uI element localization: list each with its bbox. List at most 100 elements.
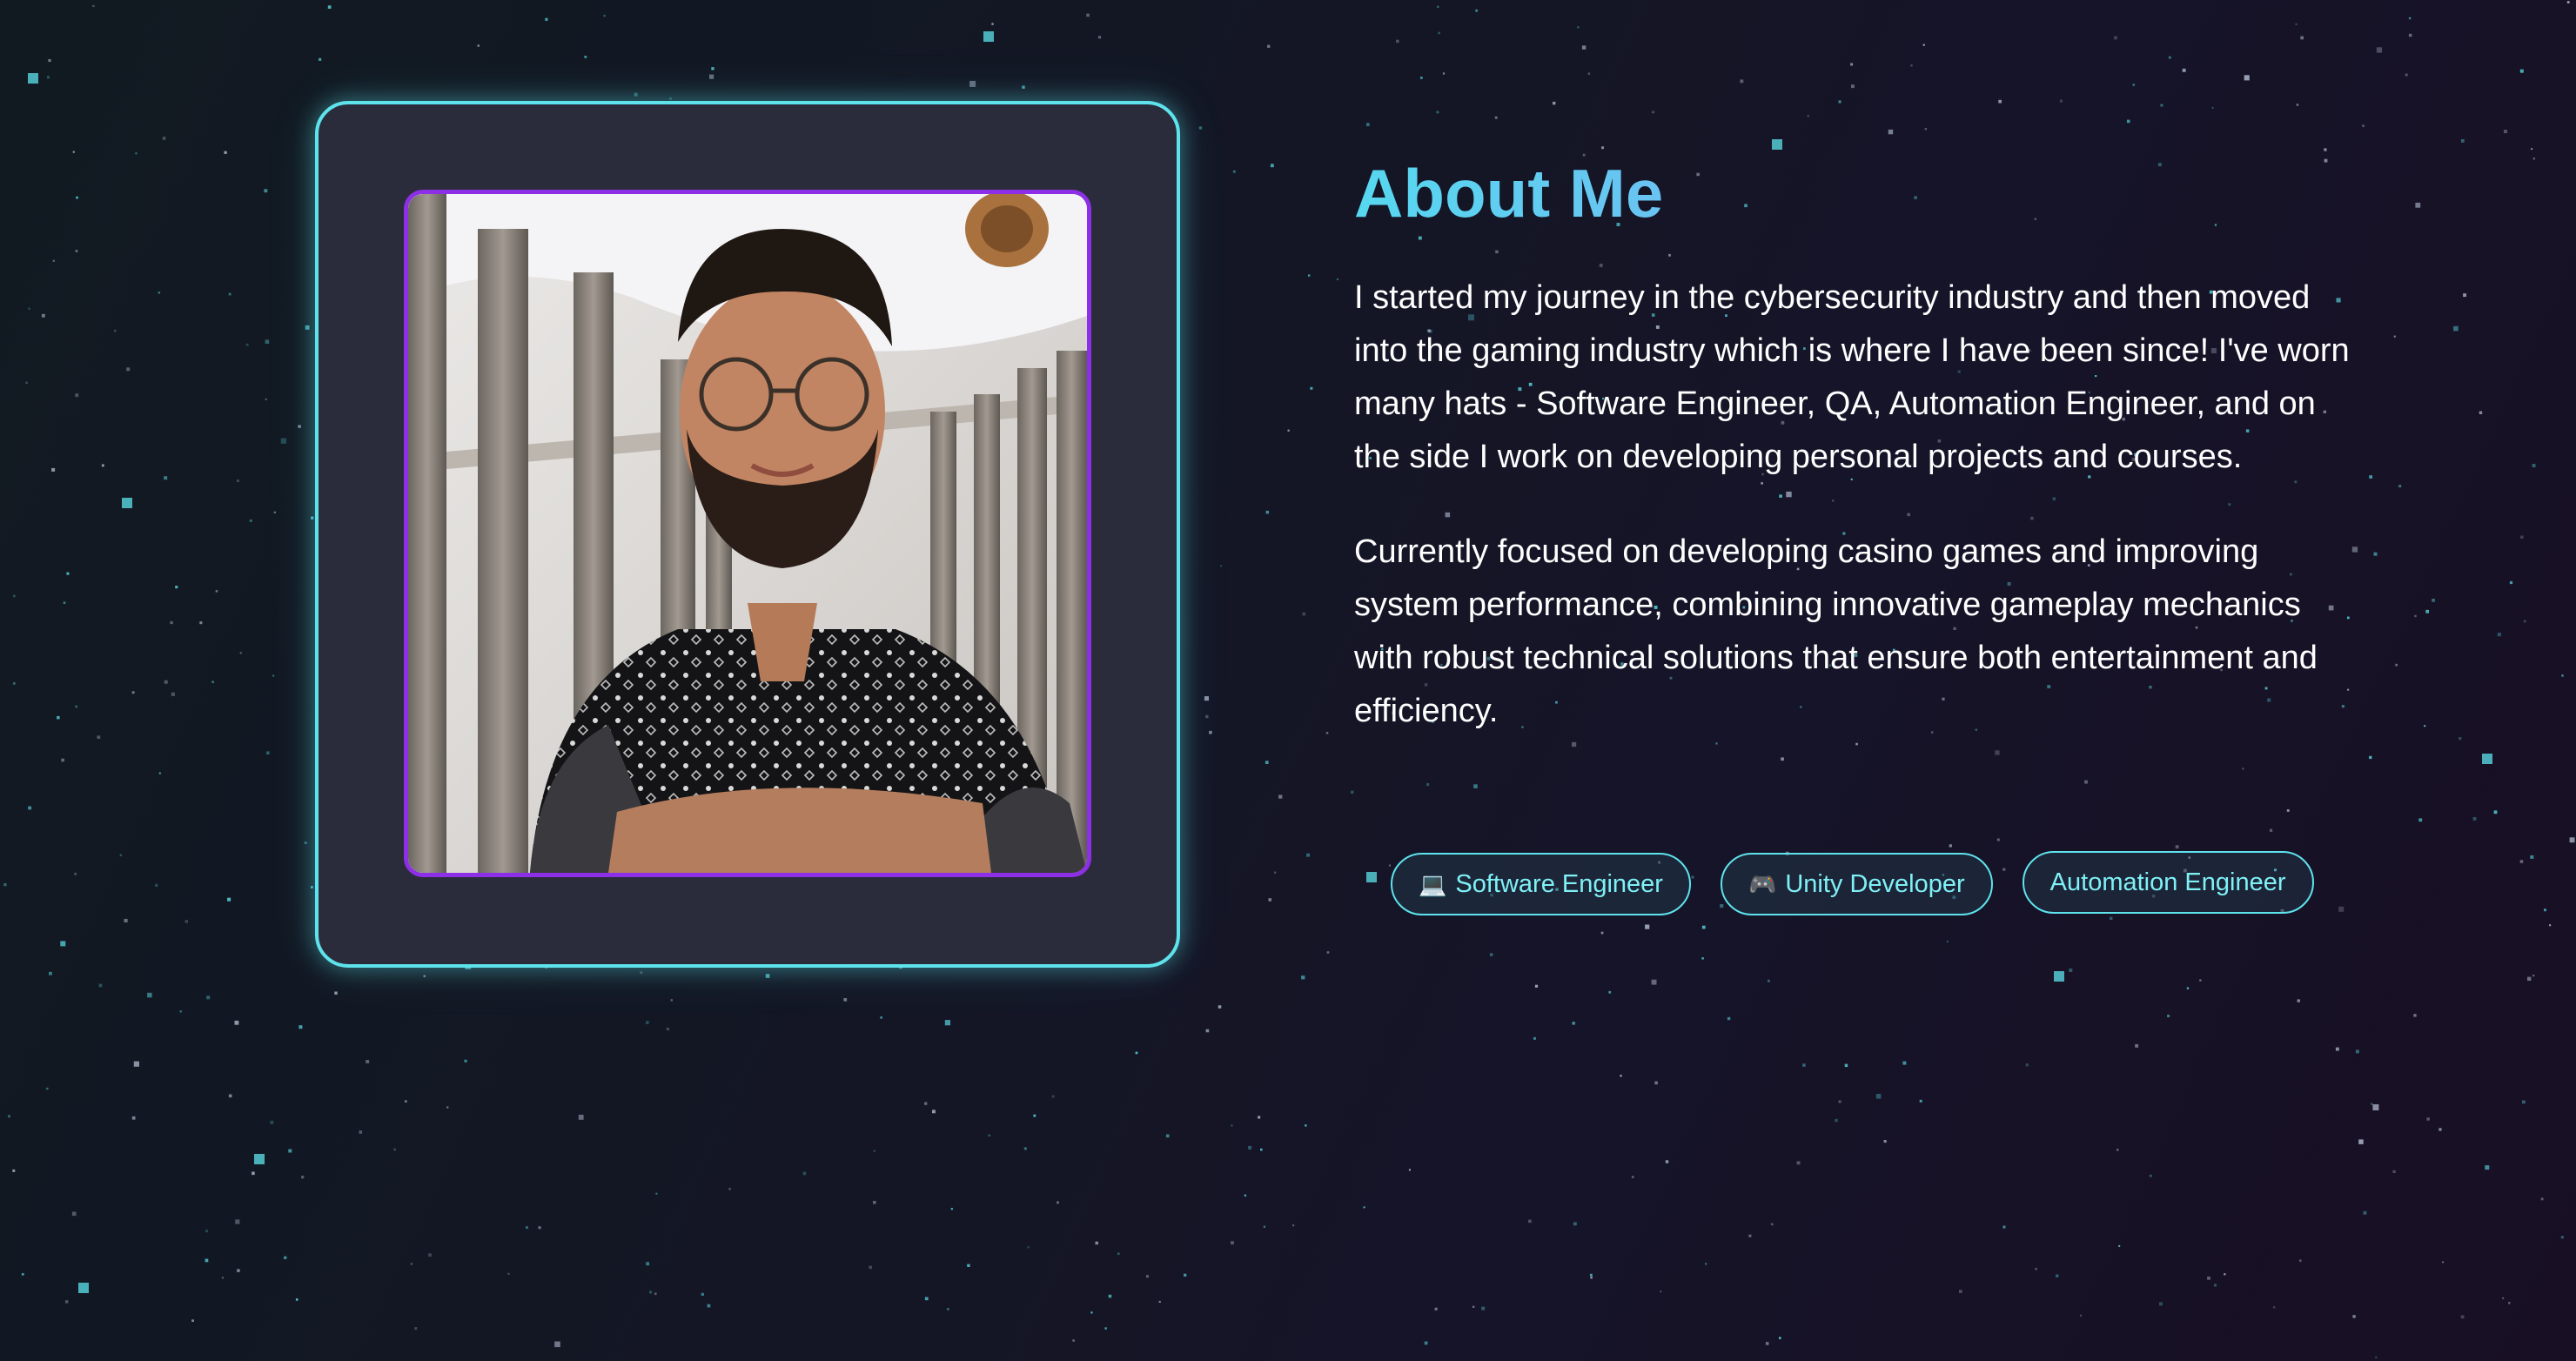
star	[2059, 99, 2063, 103]
star	[404, 1100, 407, 1103]
star	[25, 381, 28, 385]
star	[1396, 39, 1399, 44]
star	[1366, 123, 1370, 126]
star	[66, 572, 70, 575]
star	[2376, 47, 2383, 53]
star	[1850, 63, 1854, 66]
star	[1528, 1219, 1532, 1224]
star	[264, 189, 268, 193]
star	[2286, 809, 2290, 812]
star	[280, 438, 287, 444]
star	[1796, 1161, 1801, 1165]
star	[2297, 999, 2300, 1002]
star	[2272, 1306, 2276, 1309]
star	[265, 339, 270, 344]
tag-automation-engineer[interactable]: Automation Engineer	[2022, 851, 2314, 914]
star	[2460, 1315, 2465, 1319]
star	[1051, 1095, 1055, 1098]
star	[2432, 599, 2435, 602]
star	[311, 516, 314, 520]
star	[119, 854, 123, 856]
tag-unity-developer[interactable]: 🎮 Unity Developer	[1720, 853, 1993, 915]
star	[2214, 1284, 2217, 1287]
star	[2269, 828, 2273, 832]
star	[237, 1269, 240, 1272]
star	[206, 996, 211, 1000]
star	[1258, 1116, 1261, 1119]
star	[1072, 1339, 1075, 1342]
star	[603, 15, 606, 17]
star	[1651, 979, 1657, 985]
star	[950, 1208, 953, 1210]
star	[1033, 1114, 1036, 1117]
star	[1573, 1222, 1577, 1226]
star	[1308, 274, 1311, 277]
star	[12, 1169, 16, 1172]
star	[2460, 139, 2465, 143]
star	[1620, 1075, 1622, 1077]
star	[1265, 510, 1270, 514]
star	[969, 80, 976, 87]
star	[2110, 916, 2113, 921]
star	[1205, 714, 1209, 719]
star	[304, 841, 307, 844]
star	[1232, 170, 1236, 173]
star	[135, 152, 138, 155]
star	[1244, 1194, 1247, 1197]
star-large	[983, 31, 994, 42]
star	[2084, 780, 2088, 784]
star	[1701, 925, 1706, 929]
star	[1205, 1029, 1210, 1033]
star	[266, 751, 270, 754]
star	[1807, 115, 1809, 117]
star	[158, 292, 161, 294]
star	[2393, 335, 2396, 338]
about-paragraph-1: I started my journey in the cybersecurit…	[1354, 279, 2350, 475]
star	[334, 991, 338, 995]
star	[273, 511, 276, 513]
star	[1489, 953, 1493, 956]
star	[301, 1176, 305, 1179]
about-section: About Me I started my journey in the cyb…	[1354, 148, 2364, 738]
star	[164, 680, 168, 684]
star	[1220, 565, 1223, 567]
star	[1437, 5, 1439, 8]
star	[1883, 1140, 1887, 1143]
star	[666, 1027, 669, 1031]
star	[1057, 1201, 1059, 1204]
star	[75, 705, 77, 708]
star	[2532, 464, 2536, 467]
star	[2549, 924, 2552, 927]
star	[1481, 1306, 1486, 1311]
star	[1553, 101, 1556, 105]
star	[1645, 924, 1650, 929]
star	[133, 1061, 139, 1067]
star	[2569, 837, 2575, 843]
star-large	[2054, 971, 2064, 982]
star	[8, 1115, 10, 1118]
star	[1572, 741, 1577, 748]
star	[1248, 1145, 1252, 1150]
star	[1436, 111, 1439, 114]
star	[1533, 1036, 1536, 1040]
profile-photo	[404, 190, 1091, 877]
star	[967, 1264, 970, 1267]
star	[2561, 674, 2564, 677]
star	[184, 920, 188, 923]
star	[228, 292, 231, 296]
star	[1472, 1305, 1475, 1308]
star	[507, 1272, 510, 1275]
star	[1325, 732, 1329, 734]
star	[2355, 1049, 2359, 1054]
star	[634, 92, 638, 97]
star	[239, 652, 242, 654]
star	[1665, 1160, 1669, 1163]
star	[124, 918, 128, 922]
tag-software-engineer[interactable]: 💻 Software Engineer	[1391, 853, 1691, 915]
star	[1654, 1081, 1658, 1085]
star	[1270, 164, 1274, 168]
star	[2335, 1047, 2339, 1051]
star	[2520, 535, 2524, 539]
star	[578, 1115, 584, 1120]
star	[270, 1120, 274, 1124]
